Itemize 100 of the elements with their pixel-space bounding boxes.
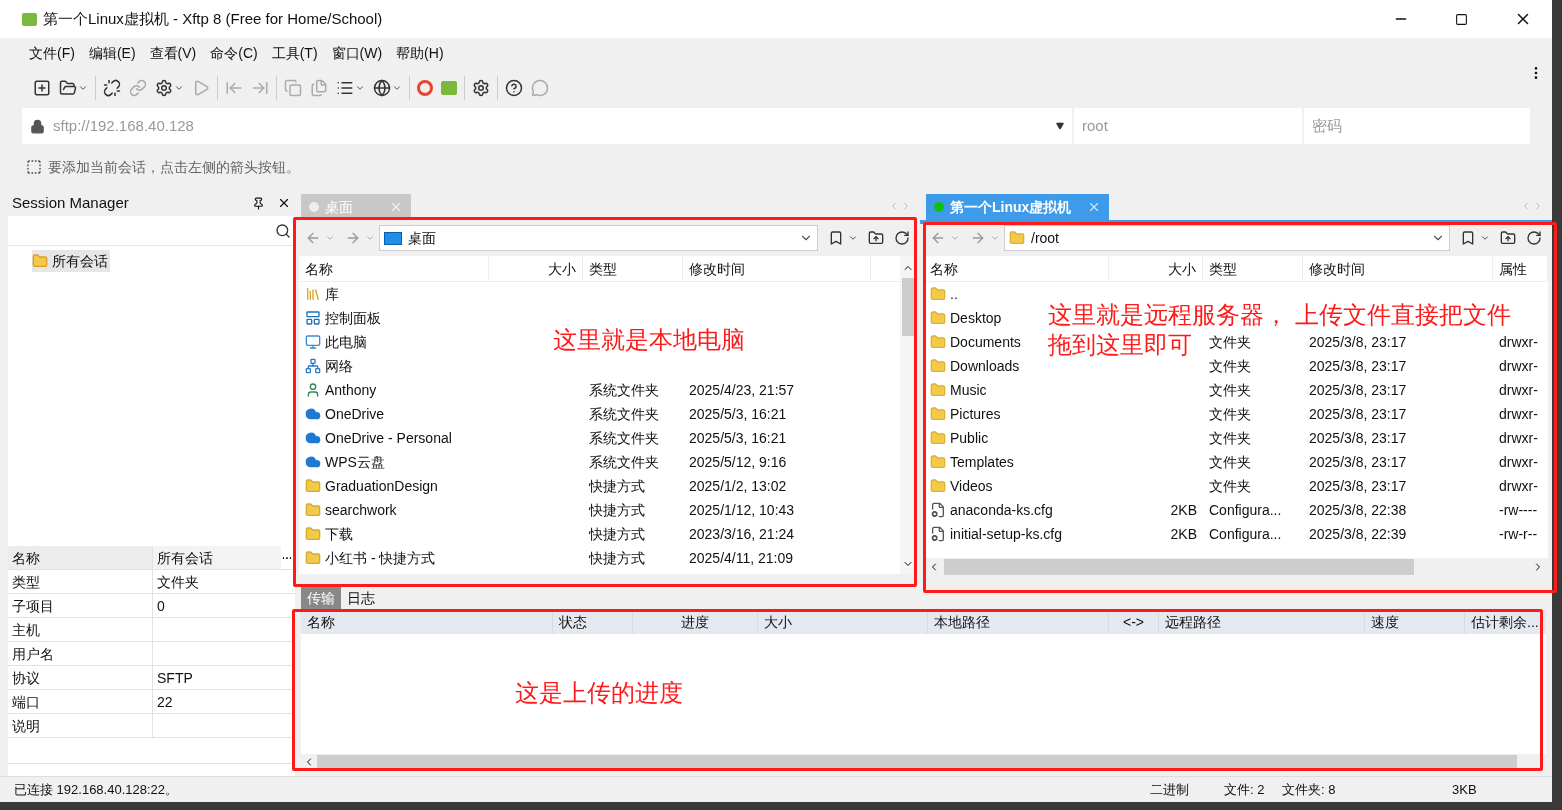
files-icon: [310, 79, 328, 97]
forward-icon[interactable]: [345, 230, 361, 246]
tree-item[interactable]: 所有会话: [32, 250, 110, 272]
menu-item[interactable]: 工具(T): [264, 42, 325, 64]
caret-icon: [355, 83, 365, 93]
list-icon: [336, 79, 354, 97]
column-header[interactable]: 速度: [1365, 610, 1465, 634]
property-name: 端口: [8, 690, 153, 713]
column-header[interactable]: 本地路径: [928, 610, 1109, 634]
column-header[interactable]: <->: [1109, 610, 1159, 634]
file-cell-text: Desktop: [950, 308, 1002, 328]
app-logo-icon: [22, 12, 37, 26]
parent-folder-icon[interactable]: [1500, 230, 1516, 246]
column-header[interactable]: 大小: [758, 610, 928, 634]
library-icon: [305, 286, 321, 302]
path-field[interactable]: 桌面: [379, 225, 818, 251]
computer-icon: [305, 334, 321, 350]
caret-icon: [848, 233, 858, 243]
file-cell-text: Pictures: [950, 404, 1001, 424]
folder-icon: [930, 382, 946, 398]
file-cell-text: 2025/3/8, 23:17: [1309, 476, 1407, 496]
bookmark-icon[interactable]: [1460, 230, 1476, 246]
broken-link-icon: [103, 79, 121, 97]
column-header[interactable]: 大小: [489, 256, 583, 281]
file-cell-text: 2025/4/11, 21:09: [689, 548, 794, 568]
column-header[interactable]: 估计剩余...: [1465, 610, 1541, 634]
scrollbar-thumb[interactable]: [902, 278, 914, 336]
config-file-icon: [930, 502, 946, 518]
menu-item[interactable]: 帮助(H): [389, 42, 451, 64]
file-cell-text: 2025/5/12, 9:16: [689, 452, 787, 472]
forward-icon[interactable]: [970, 230, 986, 246]
column-header[interactable]: 类型: [1203, 256, 1303, 281]
file-cell-text: Configura...: [1209, 524, 1282, 544]
file-cell-text: 2025/1/12, 10:43: [689, 500, 795, 520]
refresh-icon[interactable]: [894, 230, 910, 246]
column-header[interactable]: 名称: [924, 256, 1109, 281]
back-icon[interactable]: [305, 230, 321, 246]
property-name: 类型: [8, 570, 153, 593]
property-name: 协议: [8, 666, 153, 689]
play-icon: [192, 79, 210, 97]
caret-icon: [174, 83, 184, 93]
folder-icon: [930, 286, 946, 302]
maximize-icon[interactable]: [1455, 12, 1468, 26]
dropdown-icon[interactable]: [1056, 122, 1064, 130]
menu-item[interactable]: 窗口(W): [324, 42, 390, 64]
menu-item[interactable]: 命令(C): [203, 42, 265, 64]
bottom-tab[interactable]: 传输: [301, 587, 341, 609]
caret-icon: [365, 233, 375, 243]
scrollbar-thumb[interactable]: [317, 755, 1517, 769]
file-cell-text: 2023/3/16, 21:24: [689, 524, 795, 544]
column-header[interactable]: 属性: [1493, 256, 1548, 281]
column-header[interactable]: 名称: [299, 256, 489, 281]
file-cell-text: Music: [950, 380, 987, 400]
column-header[interactable]: 修改时间: [1303, 256, 1493, 281]
column-header[interactable]: 大小: [1109, 256, 1203, 281]
file-cell-text: 2025/4/23, 21:57: [689, 380, 795, 400]
arrow-right-icon: [251, 79, 269, 97]
password-field[interactable]: 密码: [1302, 108, 1530, 144]
scrollbar-thumb[interactable]: [944, 559, 1414, 575]
file-count: 文件: 2: [1224, 780, 1266, 799]
pin-icon[interactable]: [252, 196, 265, 210]
column-header[interactable]: 类型: [583, 256, 683, 281]
scrollbar[interactable]: [924, 558, 1548, 576]
folder-icon: [930, 430, 946, 446]
folder-icon: [930, 334, 946, 350]
transfer-mode: 二进制: [1150, 780, 1190, 799]
control-panel-icon: [305, 310, 321, 326]
menu-item[interactable]: 编辑(E): [81, 42, 143, 64]
menu-item[interactable]: 查看(V): [142, 42, 204, 64]
bookmark-icon[interactable]: [828, 230, 844, 246]
path-field[interactable]: /root: [1004, 225, 1450, 251]
close-icon[interactable]: [277, 196, 291, 210]
file-cell-text: Anthony: [325, 380, 377, 400]
add-session-icon[interactable]: [26, 159, 42, 175]
folder-icon: [59, 79, 77, 97]
property-value: 0: [156, 597, 166, 616]
bottom-tab[interactable]: 日志: [341, 587, 381, 609]
user-folder-icon: [305, 382, 321, 398]
file-cell-text: OneDrive - Personal: [325, 428, 452, 448]
annotation-text: 拖到这里即可: [1048, 330, 1192, 360]
file-cell-text: -rw----: [1499, 500, 1538, 520]
column-header[interactable]: 修改时间: [683, 256, 871, 281]
shortcut-folder-icon: [305, 478, 321, 494]
parent-folder-icon[interactable]: [868, 230, 884, 246]
caret-icon: [392, 83, 402, 93]
panel-title: Session Manager: [12, 192, 130, 213]
username-field[interactable]: root: [1072, 108, 1302, 144]
column-header[interactable]: 名称: [301, 610, 553, 634]
column-header[interactable]: 进度: [633, 610, 758, 634]
search-icon[interactable]: [275, 222, 291, 239]
property-value: SFTP: [156, 669, 194, 688]
column-header[interactable]: 远程路径: [1159, 610, 1365, 634]
swirl-icon: [417, 80, 433, 96]
file-cell-text: anaconda-ks.cfg: [950, 500, 1053, 520]
column-header[interactable]: 状态: [553, 610, 633, 634]
back-icon[interactable]: [930, 230, 946, 246]
refresh-icon[interactable]: [1526, 230, 1542, 246]
file-cell-text: 系统文件夹: [589, 452, 659, 472]
file-cell-text: 此电脑: [325, 332, 367, 352]
menu-item[interactable]: 文件(F): [22, 42, 82, 64]
